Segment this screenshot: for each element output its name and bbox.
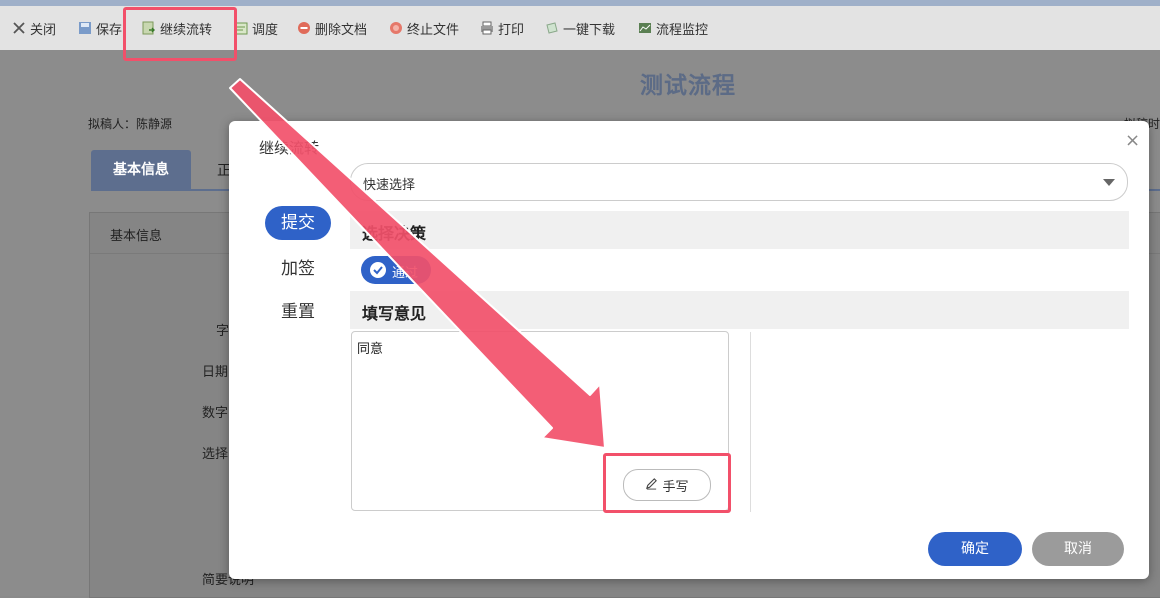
close-label: 关闭 [30,22,57,38]
print-button[interactable]: 打印 [480,18,524,38]
field-label-date: 日期 [202,365,229,380]
field-label-select: 选择 [202,447,229,462]
check-icon [370,262,386,278]
opinion-text: 同意 [357,342,384,357]
highlight-box-continue-flow [123,7,237,61]
one-click-download-button[interactable]: 一键下载 [545,18,615,38]
terminate-file-button[interactable]: 终止文件 [389,18,459,38]
delete-document-button[interactable]: 删除文档 [297,18,367,38]
printer-icon [480,21,494,35]
schedule-button[interactable]: 调度 [234,18,278,38]
add-signer-button[interactable]: 加签 [265,252,331,286]
quick-select-dropdown[interactable]: 快速选择 [350,163,1128,201]
opinion-header: 填写意见 [350,291,1129,329]
stop-icon [389,21,403,35]
confirm-button[interactable]: 确定 [928,532,1022,566]
tab-basic-info[interactable]: 基本信息 [91,150,191,190]
page-title: 测试流程 [640,73,736,99]
process-monitor-button[interactable]: 流程监控 [638,18,708,38]
decision-option-label: 通过 [392,266,419,281]
cancel-button[interactable]: 取消 [1032,532,1124,566]
close-icon [12,21,26,35]
one-click-download-label: 一键下载 [563,22,616,38]
schedule-label: 调度 [252,22,279,38]
dialog-title: 继续流转 [259,139,320,157]
vertical-divider [750,332,751,512]
terminate-file-label: 终止文件 [407,22,460,38]
decision-header: 选择决策 [350,211,1129,249]
save-label: 保存 [96,22,123,38]
monitor-icon [638,21,652,35]
drafter-text: 拟稿人：陈静源 [88,117,173,131]
process-monitor-label: 流程监控 [656,22,709,38]
close-dialog-icon[interactable]: × [1125,130,1140,151]
opinion-header-label: 填写意见 [362,304,427,323]
print-label: 打印 [498,22,525,38]
save-button[interactable]: 保存 [78,18,122,38]
decision-option-approve[interactable]: 通过 [361,256,431,284]
decision-header-label: 选择决策 [362,224,427,243]
reset-button[interactable]: 重置 [265,295,331,329]
save-icon [78,21,92,35]
field-label-text: 字 [216,324,230,339]
highlight-box-handwrite [603,453,731,513]
quick-select-value: 快速选择 [363,178,416,193]
submit-button[interactable]: 提交 [265,206,331,240]
delete-icon [297,21,311,35]
chevron-down-icon [1103,179,1115,186]
field-label-number: 数字 [202,406,229,421]
delete-document-label: 删除文档 [315,22,368,38]
download-icon [545,21,559,35]
close-button[interactable]: 关闭 [12,18,56,38]
section-header-label: 基本信息 [110,229,163,244]
